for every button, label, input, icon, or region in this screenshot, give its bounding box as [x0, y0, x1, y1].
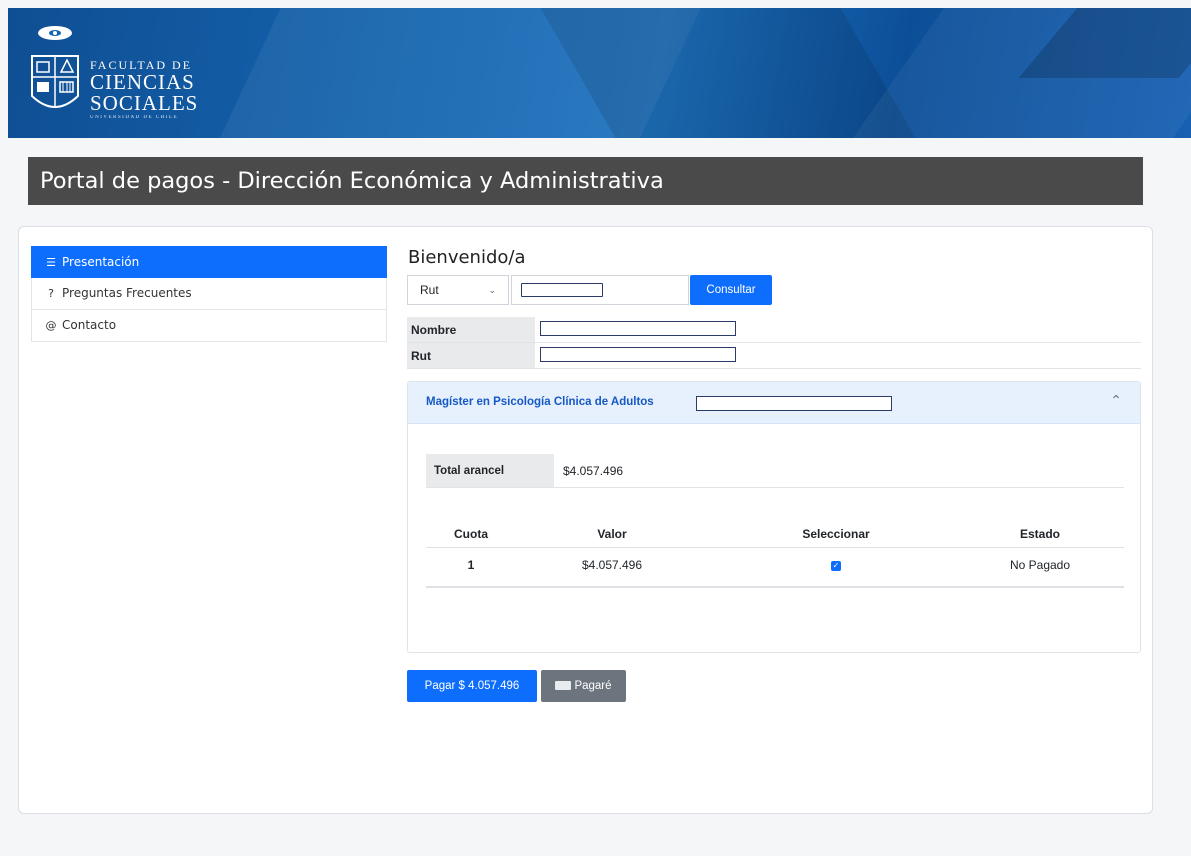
rut-label: Rut: [407, 343, 535, 368]
nombre-value: [540, 321, 736, 336]
total-arancel-label: Total arancel: [426, 454, 554, 487]
main-card: ☰ Presentación ? Preguntas Frecuentes @ Con…: [18, 226, 1153, 814]
info-row-nombre: Nombre: [407, 317, 1141, 343]
list-icon: ☰: [46, 256, 56, 269]
logo-line-2: CIENCIAS: [90, 70, 195, 94]
faculty-logo[interactable]: FACULTAD DE CIENCIAS SOCIALES UNIVERSIDA…: [26, 22, 226, 122]
accordion-header[interactable]: Magíster en Psicología Clínica de Adulto…: [408, 382, 1140, 424]
cuota-select-cell: ✓: [716, 548, 956, 582]
university-crest-icon: [31, 26, 79, 108]
info-row-rut: Rut: [407, 343, 1141, 369]
sidebar-item-label: Preguntas Frecuentes: [62, 286, 192, 300]
column-header-estado: Estado: [1019, 527, 1060, 541]
logo-text: FACULTAD DE CIENCIAS SOCIALES UNIVERSIDA…: [90, 58, 198, 122]
consultar-button[interactable]: Consultar: [690, 275, 772, 305]
program-title: Magíster en Psicología Clínica de Adulto…: [426, 396, 654, 408]
page-title: Portal de pagos - Dirección Económica y …: [28, 157, 1143, 205]
sidebar-nav: ☰ Presentación ? Preguntas Frecuentes @ Con…: [31, 246, 387, 342]
pagare-button[interactable]: Pagaré: [541, 670, 626, 702]
cuota-valor: $4.057.496: [581, 558, 643, 572]
rut-value: [540, 347, 736, 362]
student-info-table: Nombre Rut: [407, 317, 1141, 369]
search-input[interactable]: [511, 275, 689, 305]
welcome-heading: Bienvenido/a: [408, 247, 526, 268]
card-icon: [555, 681, 572, 691]
search-input-field[interactable]: [521, 283, 603, 297]
cuota-estado: No Pagado: [1009, 558, 1071, 572]
program-accordion: Magíster en Psicología Clínica de Adulto…: [407, 381, 1141, 653]
nombre-label: Nombre: [407, 317, 535, 342]
table-row: 1 $4.057.496 ✓ No Pagado: [426, 548, 1124, 588]
program-detail-field: [696, 396, 892, 411]
sidebar-item-contacto[interactable]: @ Contacto: [31, 310, 387, 342]
chevron-up-icon[interactable]: ⌃: [1110, 392, 1122, 409]
logo-line-4: UNIVERSIDAD DE CHILE: [90, 115, 179, 120]
total-arancel-row: Total arancel $4.057.496: [426, 454, 1124, 488]
column-header-seleccionar: Seleccionar: [802, 527, 870, 541]
table-header-row: Cuota Valor Seleccionar Estado: [426, 520, 1124, 548]
cuotas-table: Cuota Valor Seleccionar Estado 1 $4.057.…: [426, 520, 1124, 588]
chevron-down-icon: ⌄: [488, 285, 496, 295]
sidebar-item-label: Contacto: [62, 318, 117, 332]
total-arancel-value: $4.057.496: [563, 464, 624, 478]
sidebar-item-preguntas-frecuentes[interactable]: ? Preguntas Frecuentes: [31, 278, 387, 310]
at-sign-icon: @: [45, 319, 57, 332]
header-banner: FACULTAD DE CIENCIAS SOCIALES UNIVERSIDA…: [8, 8, 1191, 138]
pay-button[interactable]: Pagar $ 4.057.496: [407, 670, 537, 702]
cuota-select-checkbox[interactable]: ✓: [831, 560, 841, 571]
cuota-number: 1: [467, 558, 475, 572]
column-header-cuota: Cuota: [454, 527, 488, 541]
column-header-valor: Valor: [597, 527, 627, 541]
question-circle-icon: ?: [48, 287, 54, 300]
search-type-select[interactable]: Rut ⌄: [407, 275, 509, 305]
logo-line-3: SOCIALES: [90, 91, 199, 115]
sidebar-item-presentacion[interactable]: ☰ Presentación: [31, 246, 387, 278]
search-type-value: Rut: [420, 283, 439, 297]
pagare-button-label: Pagaré: [574, 680, 612, 692]
sidebar-item-label: Presentación: [62, 255, 140, 269]
